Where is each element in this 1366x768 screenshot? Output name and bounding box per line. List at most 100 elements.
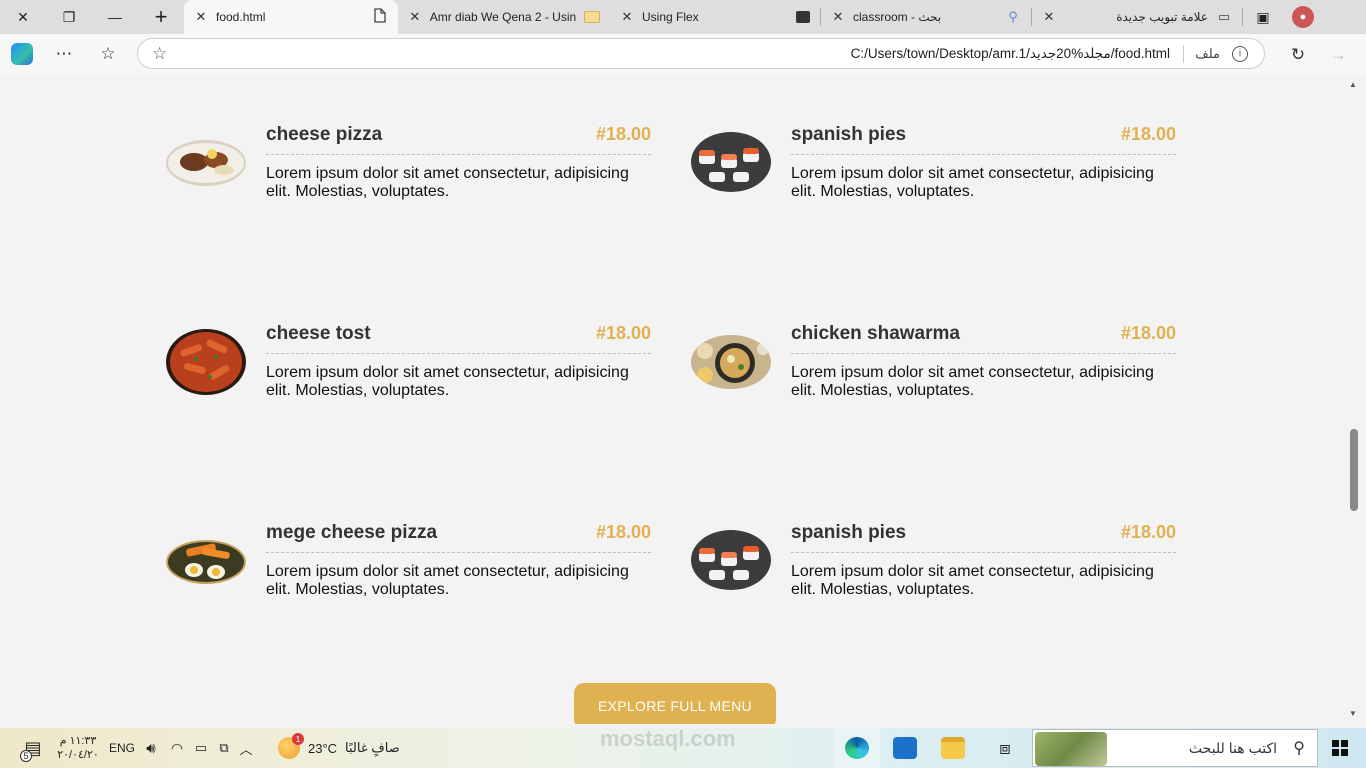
folder-icon — [941, 737, 965, 759]
menu-item: cheese tost #18.00 Lorem ipsum dolor sit… — [166, 323, 656, 413]
food-image — [691, 530, 771, 590]
menu-item: chicken shawarma #18.00 Lorem ipsum dolo… — [691, 323, 1181, 413]
start-button[interactable] — [1332, 740, 1348, 756]
close-tab-icon[interactable]: ✕ — [620, 9, 634, 25]
profile-card-icon — [796, 11, 810, 23]
volume-icon[interactable]: 🔊︎ — [140, 728, 162, 768]
food-image — [691, 335, 771, 389]
avatar: ● — [1292, 6, 1314, 28]
item-price: #18.00 — [595, 323, 651, 343]
item-name: chicken shawarma — [791, 323, 960, 344]
taskbar-search[interactable]: اكتب هنا للبحث ⚲ — [1032, 729, 1318, 767]
refresh-icon[interactable]: ↻ — [1278, 38, 1318, 72]
close-tab-icon[interactable]: ✕ — [831, 9, 845, 25]
tab-actions-icon[interactable]: ▣ — [1243, 0, 1283, 34]
scheme-label: ملف — [1195, 45, 1220, 61]
page-viewport: cheese pizza #18.00 Lorem ipsum dolor si… — [4, 74, 1347, 724]
tab-using-flex[interactable]: ✕ Using Flex — [610, 0, 820, 34]
item-name: spanish pies — [791, 124, 907, 145]
page-scrollbar[interactable]: ▲ ▼ — [1347, 74, 1361, 724]
item-description: Lorem ipsum dolor sit amet consectetur, … — [266, 563, 629, 598]
food-image — [166, 140, 246, 186]
edge-icon — [845, 737, 869, 759]
explore-full-menu-button[interactable]: EXPLORE FULL MENU — [574, 683, 776, 724]
item-divider — [791, 353, 1176, 354]
minimize-window-button[interactable]: — — [92, 0, 138, 34]
task-view-icon[interactable]: ⧈ — [982, 728, 1028, 768]
watermark: mostaql.com — [600, 726, 736, 751]
new-tab-button[interactable]: + — [138, 0, 184, 34]
favorites-icon[interactable]: ☆ — [88, 37, 128, 71]
tab-new[interactable]: ✕ علامة تبويب جديدة ▭ — [1032, 0, 1242, 34]
notification-center-icon[interactable]: ▤ 5 — [18, 728, 48, 768]
battery-icon[interactable]: ▭ — [190, 728, 212, 768]
info-icon[interactable]: i — [1232, 45, 1248, 62]
add-favorite-icon[interactable]: ☆ — [152, 44, 167, 64]
taskbar-app-edge[interactable] — [834, 728, 880, 768]
item-divider — [791, 154, 1176, 155]
taskbar-app-mail[interactable] — [882, 728, 928, 768]
clock-time: ١١:٣٣ م — [59, 735, 97, 747]
taskbar-app-explorer[interactable] — [930, 728, 976, 768]
weather-icon: 1 — [278, 733, 304, 759]
menu-item: spanish pies #18.00 Lorem ipsum dolor si… — [691, 522, 1181, 612]
item-divider — [791, 552, 1176, 553]
tab-amr-diab[interactable]: ✕ Amr diab We Qena 2 - Using — [398, 0, 610, 34]
item-description: Lorem ipsum dolor sit amet consectetur, … — [791, 563, 1154, 598]
weather-badge: 1 — [292, 733, 304, 745]
address-bar[interactable]: ☆ C:/Users/town/Desktop/amr.1/مجلد%20جدي… — [137, 38, 1265, 69]
search-placeholder: اكتب هنا للبحث — [1188, 739, 1277, 756]
forward-icon[interactable]: → — [1318, 38, 1358, 72]
profile-button[interactable]: ● — [1283, 0, 1323, 34]
tab-title: Amr diab We Qena 2 - Using — [429, 10, 577, 24]
scroll-up-icon[interactable]: ▲ — [1349, 80, 1357, 89]
item-price: #18.00 — [1120, 522, 1176, 542]
scroll-down-icon[interactable]: ▼ — [1349, 709, 1357, 718]
search-icon: ⚲ — [1293, 740, 1305, 757]
item-description: Lorem ipsum dolor sit amet consectetur, … — [266, 165, 629, 200]
weather-temp: 23°C — [308, 740, 338, 756]
close-tab-icon[interactable]: ✕ — [1042, 9, 1056, 25]
item-price: #18.00 — [1120, 124, 1176, 144]
weather-description: صافٍ غالبًا — [345, 740, 400, 755]
meet-now-icon[interactable]: ⧉ — [214, 728, 234, 768]
mail-icon — [893, 737, 917, 759]
close-tab-icon[interactable]: ✕ — [194, 9, 208, 25]
food-image — [691, 132, 771, 192]
item-price: #18.00 — [1120, 323, 1176, 343]
item-price: #18.00 — [595, 522, 651, 542]
food-image — [166, 329, 246, 395]
menu-item: cheese pizza #18.00 Lorem ipsum dolor si… — [166, 124, 656, 214]
food-image — [166, 540, 246, 584]
scroll-thumb[interactable] — [1350, 429, 1358, 511]
close-tab-icon[interactable]: ✕ — [408, 9, 422, 25]
clock[interactable]: ١١:٣٣ م ٢٠/٠٤/٢٠ — [54, 728, 102, 768]
language-indicator[interactable]: ENG — [108, 728, 136, 768]
windows-logo-icon — [1332, 740, 1339, 747]
browser-toolbar: ⋯ ☆ ☆ C:/Users/town/Desktop/amr.1/مجلد%2… — [0, 34, 1366, 74]
folder-icon — [584, 11, 600, 23]
wifi-icon[interactable]: ◠ — [166, 728, 188, 768]
search-highlight-image — [1035, 732, 1107, 766]
item-description: Lorem ipsum dolor sit amet consectetur, … — [266, 364, 629, 399]
restore-window-button[interactable]: ❐ — [46, 0, 92, 34]
search-icon: ⚲ — [1008, 9, 1018, 24]
address-separator — [1183, 44, 1184, 63]
copilot-button[interactable] — [2, 37, 42, 71]
window-controls: ✕ ❐ — — [0, 0, 138, 34]
url-text[interactable]: C:/Users/town/Desktop/amr.1/مجلد%20جديد/… — [851, 46, 1170, 62]
item-price: #18.00 — [595, 124, 651, 144]
menu-item: mege cheese pizza #18.00 Lorem ipsum dol… — [166, 522, 656, 612]
tab-strip: ✕ ❐ — + ✕ food.html ✕ Amr diab We Qena 2… — [0, 0, 1366, 34]
new-tab-icon: ▭ — [1217, 9, 1231, 24]
item-name: cheese tost — [266, 323, 371, 344]
item-name: mege cheese pizza — [266, 522, 438, 543]
more-menu-icon[interactable]: ⋯ — [44, 37, 84, 71]
tab-food[interactable]: ✕ food.html — [184, 0, 398, 34]
weather-widget[interactable]: 1 23°C صافٍ غالبًا — [278, 728, 418, 768]
tab-classroom[interactable]: ✕ classroom - بحث ⚲ — [821, 0, 1031, 34]
close-window-button[interactable]: ✕ — [0, 0, 46, 34]
item-divider — [266, 353, 651, 354]
show-hidden-icons-icon[interactable]: ︿ — [236, 728, 256, 768]
item-description: Lorem ipsum dolor sit amet consectetur, … — [791, 364, 1154, 399]
